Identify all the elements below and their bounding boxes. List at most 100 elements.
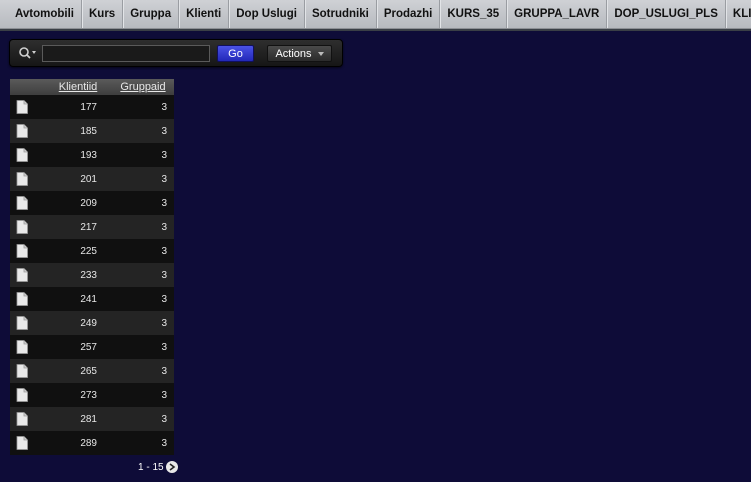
pagination-range: 1 - 15: [138, 461, 164, 473]
chevron-down-icon: [317, 51, 324, 56]
cell-gruppaid: 3: [161, 149, 167, 161]
cell-klientiid: 201: [80, 173, 97, 185]
document-icon[interactable]: [16, 172, 28, 186]
tab-klient-3[interactable]: KLIENT_3: [726, 0, 751, 28]
cell-gruppaid: 3: [161, 197, 167, 209]
column-header-klientiid[interactable]: Klientiid: [59, 81, 98, 93]
edit-link[interactable]: [10, 388, 44, 402]
search-icon[interactable]: [15, 45, 41, 61]
table-row: 257 3: [10, 335, 174, 359]
document-icon[interactable]: [16, 100, 28, 114]
search-input[interactable]: [42, 45, 210, 62]
table-row: 177 3: [10, 95, 174, 119]
cell-klientiid: 249: [80, 317, 97, 329]
edit-link[interactable]: [10, 340, 44, 354]
cell-klientiid: 217: [80, 221, 97, 233]
table-row: 225 3: [10, 239, 174, 263]
tab-avtomobili[interactable]: Avtomobili: [0, 0, 82, 28]
document-icon[interactable]: [16, 364, 28, 378]
cell-gruppaid: 3: [161, 389, 167, 401]
table-row: 217 3: [10, 215, 174, 239]
report-table: Klientiid Gruppaid 177 3 185 3 193 3 201 3 209 3 2…: [10, 79, 174, 455]
edit-link[interactable]: [10, 196, 44, 210]
edit-link[interactable]: [10, 436, 44, 450]
table-row: 193 3: [10, 143, 174, 167]
edit-link[interactable]: [10, 268, 44, 282]
actions-label: Actions: [275, 47, 312, 60]
table-row: 249 3: [10, 311, 174, 335]
document-icon[interactable]: [16, 316, 28, 330]
edit-link[interactable]: [10, 124, 44, 138]
cell-gruppaid: 3: [161, 341, 167, 353]
document-icon[interactable]: [16, 340, 28, 354]
document-icon[interactable]: [16, 148, 28, 162]
table-row: 233 3: [10, 263, 174, 287]
table-body: 177 3 185 3 193 3 201 3 209 3 217 3 225 3 233 3 241 3 249 3…: [10, 95, 174, 455]
cell-gruppaid: 3: [161, 437, 167, 449]
tab-klienti[interactable]: Klienti: [179, 0, 230, 28]
document-icon[interactable]: [16, 268, 28, 282]
edit-link[interactable]: [10, 244, 44, 258]
tab-gruppa[interactable]: Gruppa: [123, 0, 180, 28]
tab-bar: Avtomobili Kurs Gruppa Klienti Dop Uslugi Sot…: [0, 0, 751, 29]
document-icon[interactable]: [16, 436, 28, 450]
edit-link[interactable]: [10, 220, 44, 234]
table-row: 201 3: [10, 167, 174, 191]
cell-gruppaid: 3: [161, 245, 167, 257]
document-icon[interactable]: [16, 220, 28, 234]
pagination: 1 - 15: [138, 461, 178, 473]
table-row: 273 3: [10, 383, 174, 407]
tab-prodazhi[interactable]: Prodazhi: [377, 0, 441, 28]
cell-gruppaid: 3: [161, 101, 167, 113]
cell-gruppaid: 3: [161, 173, 167, 185]
edit-link[interactable]: [10, 148, 44, 162]
document-icon[interactable]: [16, 124, 28, 138]
table-row: 289 3: [10, 431, 174, 455]
document-icon[interactable]: [16, 412, 28, 426]
document-icon[interactable]: [16, 244, 28, 258]
edit-link[interactable]: [10, 172, 44, 186]
cell-gruppaid: 3: [161, 221, 167, 233]
document-icon[interactable]: [16, 388, 28, 402]
cell-gruppaid: 3: [161, 365, 167, 377]
cell-klientiid: 233: [80, 269, 97, 281]
tab-bar-divider: [0, 29, 751, 31]
cell-gruppaid: 3: [161, 413, 167, 425]
cell-klientiid: 193: [80, 149, 97, 161]
cell-gruppaid: 3: [161, 269, 167, 281]
cell-gruppaid: 3: [161, 293, 167, 305]
document-icon[interactable]: [16, 196, 28, 210]
edit-link[interactable]: [10, 292, 44, 306]
tab-kurs-35[interactable]: KURS_35: [440, 0, 508, 28]
edit-link[interactable]: [10, 100, 44, 114]
next-page-icon[interactable]: [165, 461, 178, 473]
edit-link[interactable]: [10, 364, 44, 378]
table-row: 185 3: [10, 119, 174, 143]
table-row: 281 3: [10, 407, 174, 431]
edit-link[interactable]: [10, 412, 44, 426]
tab-dop-uslugi[interactable]: Dop Uslugi: [229, 0, 305, 28]
actions-button[interactable]: Actions: [267, 45, 332, 62]
table-row: 241 3: [10, 287, 174, 311]
edit-link[interactable]: [10, 316, 44, 330]
search-bar: Go Actions: [9, 39, 343, 67]
cell-klientiid: 289: [80, 437, 97, 449]
cell-klientiid: 257: [80, 341, 97, 353]
go-button[interactable]: Go: [217, 45, 254, 62]
cell-klientiid: 281: [80, 413, 97, 425]
document-icon[interactable]: [16, 292, 28, 306]
tab-sotrudniki[interactable]: Sotrudniki: [305, 0, 377, 28]
column-header-gruppaid[interactable]: Gruppaid: [120, 81, 165, 93]
table-row: 265 3: [10, 359, 174, 383]
tab-kurs[interactable]: Kurs: [82, 0, 124, 28]
table-header: Klientiid Gruppaid: [10, 79, 174, 95]
cell-klientiid: 265: [80, 365, 97, 377]
cell-klientiid: 241: [80, 293, 97, 305]
tab-gruppa-lavr[interactable]: GRUPPA_LAVR: [507, 0, 608, 28]
cell-klientiid: 225: [80, 245, 97, 257]
cell-gruppaid: 3: [161, 125, 167, 137]
cell-klientiid: 273: [80, 389, 97, 401]
tab-dop-uslugi-pls[interactable]: DOP_USLUGI_PLS: [607, 0, 726, 28]
cell-klientiid: 209: [80, 197, 97, 209]
cell-klientiid: 185: [80, 125, 97, 137]
